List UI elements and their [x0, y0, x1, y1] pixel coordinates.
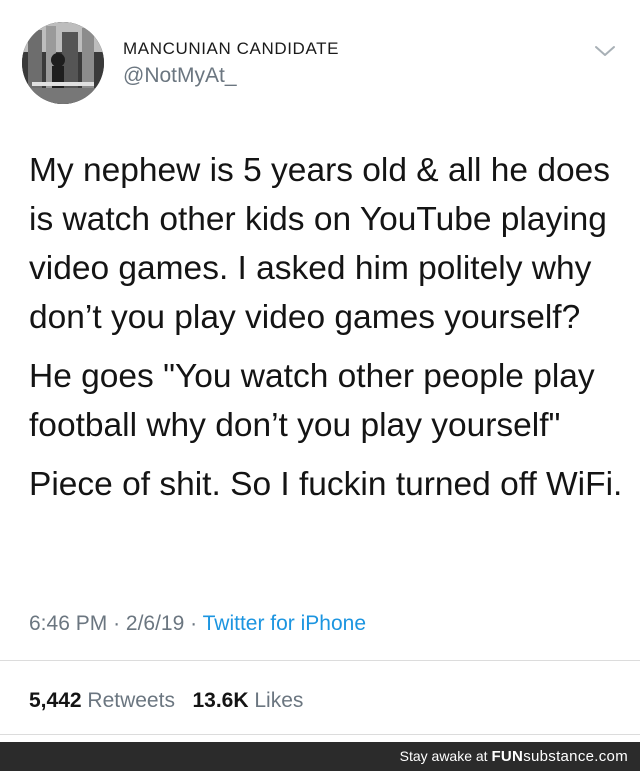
footer-text: Stay awake at — [399, 748, 488, 764]
chevron-down-icon[interactable] — [592, 42, 618, 60]
avatar[interactable] — [22, 22, 104, 104]
likes-stat[interactable]: 13.6K Likes — [192, 689, 303, 712]
tweet-card: MANCUNIAN CANDIDATE @NotMyAt_ My nephew … — [0, 0, 640, 740]
user-handle[interactable]: @NotMyAt_ — [123, 64, 237, 88]
tweet-paragraph: He goes "You watch other people play foo… — [29, 358, 595, 444]
meta-separator: · — [190, 612, 198, 635]
tweet-date[interactable]: 2/6/19 — [126, 612, 184, 635]
likes-label: Likes — [254, 689, 304, 712]
tweet-time[interactable]: 6:46 PM — [29, 612, 107, 635]
divider — [0, 660, 640, 661]
display-name[interactable]: MANCUNIAN CANDIDATE — [123, 39, 339, 59]
tweet-meta: 6:46 PM · 2/6/19 · Twitter for iPhone — [29, 612, 366, 636]
tweet-text: My nephew is 5 years old & all he does i… — [29, 146, 624, 519]
tweet-source-link[interactable]: Twitter for iPhone — [203, 612, 366, 635]
tweet-paragraph: My nephew is 5 years old & all he does i… — [29, 152, 610, 336]
retweets-count: 5,442 — [29, 689, 82, 712]
tweet-paragraph: Piece of shit. So I fuckin turned off Wi… — [29, 466, 623, 503]
meta-separator: · — [113, 612, 121, 635]
watermark-footer: Stay awake at FUNsubstance.com — [0, 742, 640, 771]
brand-rest: substance — [523, 748, 595, 765]
retweets-stat[interactable]: 5,442 Retweets — [29, 689, 175, 712]
retweets-label: Retweets — [87, 689, 175, 712]
likes-count: 13.6K — [192, 689, 249, 712]
brand-bold: FUN — [491, 748, 524, 765]
tweet-stats: 5,442 Retweets 13.6K Likes — [29, 689, 303, 713]
profile-photo-icon — [22, 22, 104, 104]
footer-brand-logo[interactable]: FUNsubstance.com — [491, 748, 628, 765]
divider — [0, 734, 640, 735]
brand-tld: .com — [594, 748, 628, 765]
